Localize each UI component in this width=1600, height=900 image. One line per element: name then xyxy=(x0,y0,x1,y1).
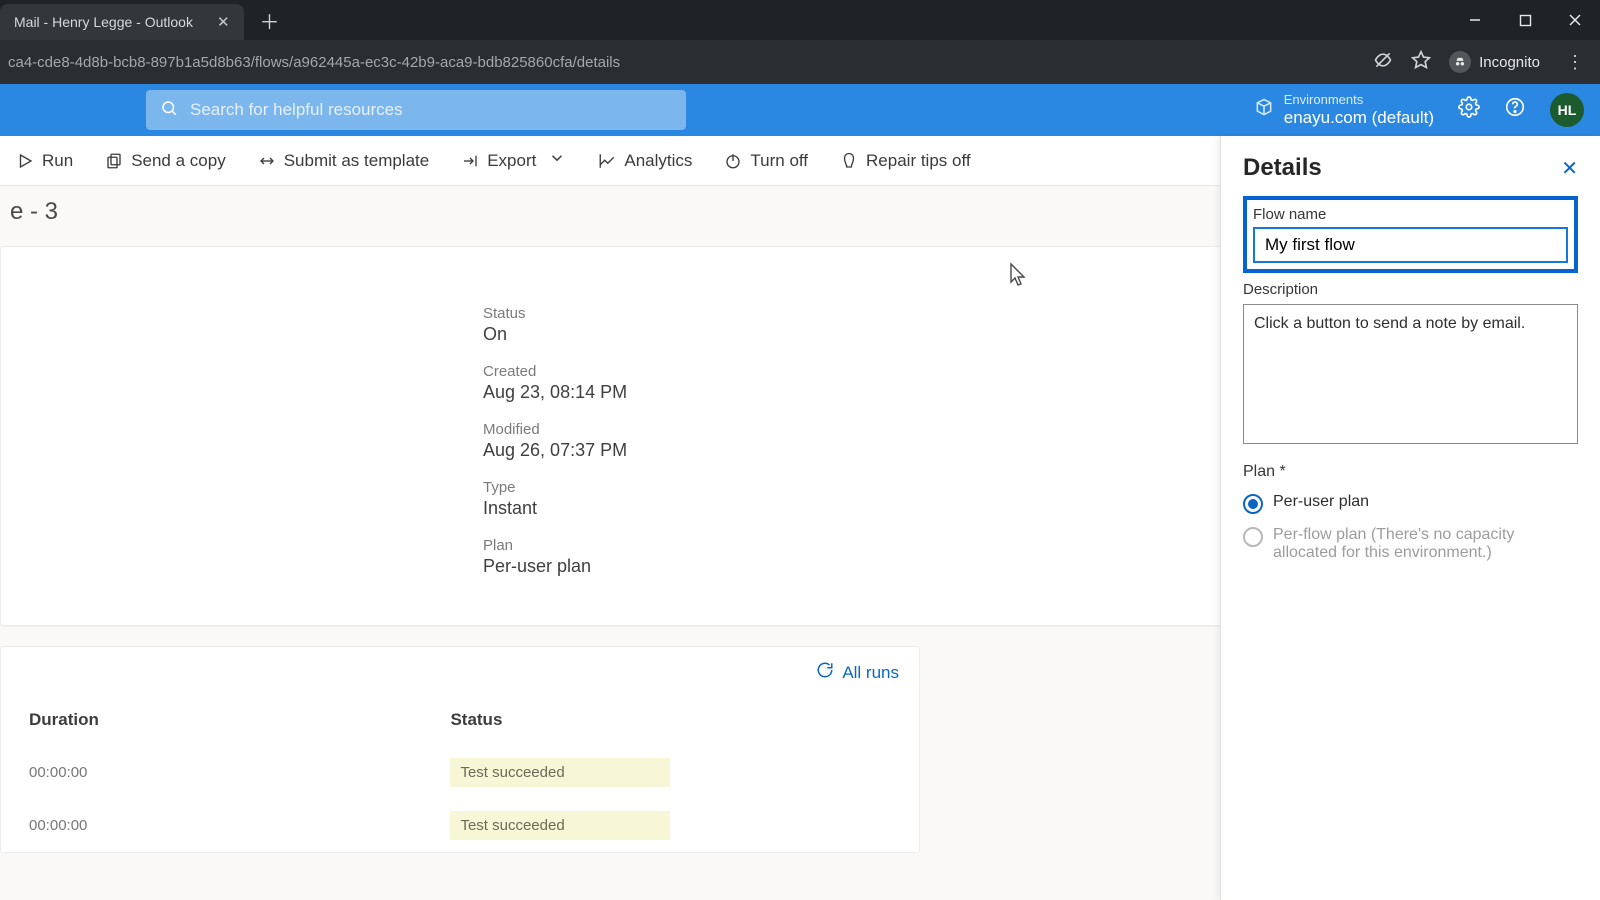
eye-off-icon[interactable] xyxy=(1373,50,1393,75)
col-duration: Duration xyxy=(21,694,442,746)
runs-card: All runs Duration Status 00:00:00 Test s… xyxy=(0,646,920,853)
gear-icon[interactable] xyxy=(1458,96,1480,123)
search-input[interactable] xyxy=(190,100,672,120)
plan-field: Plan Per-user plan xyxy=(483,537,1249,577)
modified-value: Aug 26, 07:37 PM xyxy=(483,440,1249,461)
window-minimize-button[interactable] xyxy=(1450,0,1500,40)
send-copy-label: Send a copy xyxy=(131,151,226,171)
flow-name-label: Flow name xyxy=(1253,206,1568,223)
environment-icon xyxy=(1254,97,1274,122)
details-card: Edit Status On Created Aug 23, 08:14 PM … xyxy=(0,246,1272,626)
repair-tips-button[interactable]: Repair tips off xyxy=(828,151,983,171)
turn-off-label: Turn off xyxy=(750,151,808,171)
status-cell: Test succeeded xyxy=(450,758,670,787)
refresh-icon[interactable] xyxy=(816,661,834,684)
help-icon[interactable] xyxy=(1504,96,1526,123)
search-box[interactable] xyxy=(146,90,686,130)
table-row[interactable]: 00:00:00 Test succeeded xyxy=(21,746,899,799)
url-text[interactable]: ca4-cde8-4d8b-bcb8-897b1a5d8b63/flows/a9… xyxy=(8,54,1373,71)
table-row[interactable]: 00:00:00 Test succeeded xyxy=(21,799,899,852)
status-cell: Test succeeded xyxy=(450,811,670,840)
bookmark-star-icon[interactable] xyxy=(1411,50,1431,75)
flow-name-input[interactable] xyxy=(1253,227,1568,263)
modified-label: Modified xyxy=(483,421,1249,438)
incognito-label: Incognito xyxy=(1479,54,1540,71)
avatar-initials: HL xyxy=(1558,102,1577,118)
app-top-bar: Environments enayu.com (default) HL xyxy=(0,84,1600,136)
environment-name: enayu.com (default) xyxy=(1284,108,1434,128)
run-button[interactable]: Run xyxy=(4,151,85,171)
search-icon xyxy=(160,99,178,122)
created-field: Created Aug 23, 08:14 PM xyxy=(483,363,1249,403)
browser-menu-icon[interactable]: ⋮ xyxy=(1558,52,1592,73)
send-copy-button[interactable]: Send a copy xyxy=(93,151,238,171)
close-tab-icon[interactable]: ✕ xyxy=(217,13,230,31)
turn-off-button[interactable]: Turn off xyxy=(712,151,820,171)
plan-option2-label: Per-flow plan (There's no capacity alloc… xyxy=(1273,526,1578,562)
export-button[interactable]: Export xyxy=(449,149,578,172)
runs-table: Duration Status 00:00:00 Test succeeded … xyxy=(21,694,899,852)
all-runs-link[interactable]: All runs xyxy=(842,663,899,683)
created-value: Aug 23, 08:14 PM xyxy=(483,382,1249,403)
panel-title: Details xyxy=(1243,154,1322,182)
browser-tab[interactable]: Mail - Henry Legge - Outlook ✕ xyxy=(0,4,244,40)
submit-template-label: Submit as template xyxy=(284,151,430,171)
description-label: Description xyxy=(1243,281,1578,298)
plan-option1-label: Per-user plan xyxy=(1273,493,1369,511)
export-label: Export xyxy=(487,151,536,171)
new-tab-button[interactable]: ＋ xyxy=(260,6,280,35)
repair-tips-label: Repair tips off xyxy=(866,151,971,171)
status-field: Status On xyxy=(483,305,1249,345)
panel-close-button[interactable]: ✕ xyxy=(1561,156,1578,181)
description-input[interactable] xyxy=(1243,304,1578,444)
created-label: Created xyxy=(483,363,1249,380)
analytics-button[interactable]: Analytics xyxy=(586,151,704,171)
window-maximize-button[interactable] xyxy=(1500,0,1550,40)
modified-field: Modified Aug 26, 07:37 PM xyxy=(483,421,1249,461)
plan-option-per-flow[interactable]: Per-flow plan (There's no capacity alloc… xyxy=(1243,526,1578,562)
plan-option-per-user[interactable]: Per-user plan xyxy=(1243,493,1578,514)
plan-label: Plan xyxy=(483,537,1249,554)
incognito-hat-icon xyxy=(1449,51,1471,73)
status-value: On xyxy=(483,324,1249,345)
type-value: Instant xyxy=(483,498,1249,519)
radio-unchecked-icon xyxy=(1243,527,1263,547)
chevron-down-icon xyxy=(548,149,566,172)
analytics-label: Analytics xyxy=(624,151,692,171)
plan-value: Per-user plan xyxy=(483,556,1249,577)
window-close-button[interactable] xyxy=(1550,0,1600,40)
col-status: Status xyxy=(442,694,899,746)
environment-picker[interactable]: Environments enayu.com (default) xyxy=(1254,93,1434,127)
duration-cell: 00:00:00 xyxy=(21,746,442,799)
type-label: Type xyxy=(483,479,1249,496)
flow-name-highlight: Flow name xyxy=(1243,196,1578,273)
plan-label: Plan * xyxy=(1243,463,1578,481)
duration-cell: 00:00:00 xyxy=(21,799,442,852)
run-label: Run xyxy=(42,151,73,171)
environment-label: Environments xyxy=(1284,93,1434,108)
browser-tab-title: Mail - Henry Legge - Outlook xyxy=(14,14,193,30)
browser-address-bar: ca4-cde8-4d8b-bcb8-897b1a5d8b63/flows/a9… xyxy=(0,40,1600,84)
type-field: Type Instant xyxy=(483,479,1249,519)
incognito-indicator[interactable]: Incognito xyxy=(1449,51,1540,73)
submit-template-button[interactable]: Submit as template xyxy=(246,151,442,171)
status-label: Status xyxy=(483,305,1249,322)
details-panel: Details ✕ Flow name Description Plan * P… xyxy=(1220,136,1600,900)
radio-checked-icon xyxy=(1243,494,1263,514)
browser-titlebar: Mail - Henry Legge - Outlook ✕ ＋ xyxy=(0,0,1600,40)
user-avatar[interactable]: HL xyxy=(1550,93,1584,127)
